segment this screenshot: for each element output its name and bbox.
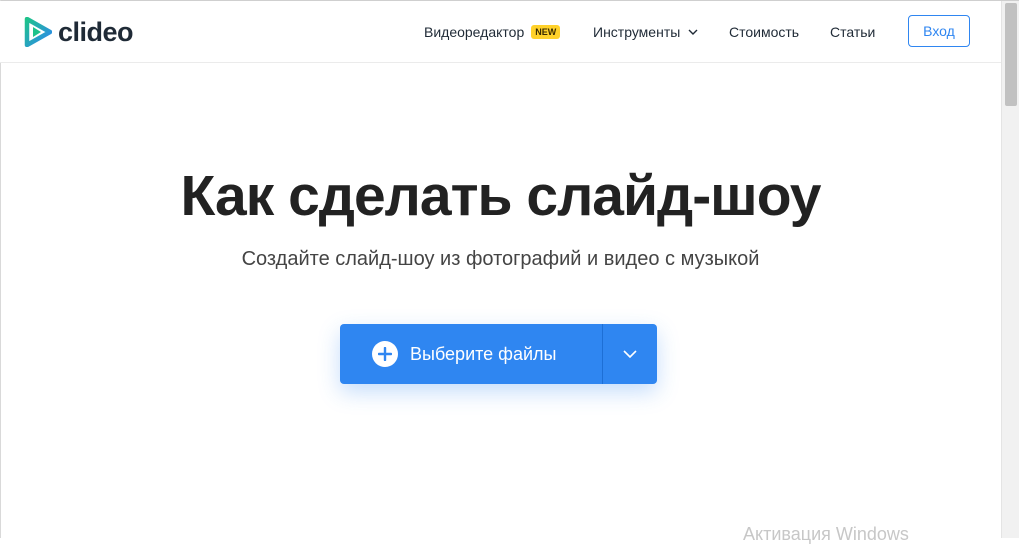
chevron-down-icon xyxy=(623,350,637,358)
page-title: Как сделать слайд-шоу xyxy=(180,164,822,228)
nav-item-articles[interactable]: Статьи xyxy=(830,1,875,62)
upload-source-dropdown[interactable] xyxy=(603,324,657,384)
nav-item-label: Инструменты xyxy=(593,23,681,40)
login-button[interactable]: Вход xyxy=(908,15,970,47)
page-subtitle: Создайте слайд-шоу из фотографий и видео… xyxy=(241,248,760,270)
choose-files-button[interactable]: Выберите файлы xyxy=(340,324,602,384)
chevron-down-icon xyxy=(688,29,698,35)
nav-item-pricing[interactable]: Стоимость xyxy=(729,1,799,62)
windows-activation-watermark: Активация Windows xyxy=(743,524,909,544)
choose-files-label: Выберите файлы xyxy=(410,343,557,364)
vertical-scrollbar[interactable] xyxy=(1001,1,1019,538)
site-header: clideo Видеоредактор NEW Инструменты Сто… xyxy=(0,1,1001,63)
plus-circle-icon xyxy=(372,341,398,367)
logo-text: clideo xyxy=(58,16,134,47)
new-badge: NEW xyxy=(531,24,561,39)
scrollbar-thumb[interactable] xyxy=(1005,3,1017,106)
play-triangle-logo-icon xyxy=(24,17,52,47)
file-upload-control: Выберите файлы xyxy=(340,324,657,384)
nav-item-video-editor[interactable]: Видеоредактор NEW xyxy=(424,1,561,62)
nav-item-label: Стоимость xyxy=(729,23,800,40)
nav-item-tools[interactable]: Инструменты xyxy=(593,1,698,62)
logo-link[interactable]: clideo xyxy=(24,16,134,47)
nav-item-label: Статьи xyxy=(830,23,876,40)
nav-item-label: Видеоредактор xyxy=(424,23,525,40)
